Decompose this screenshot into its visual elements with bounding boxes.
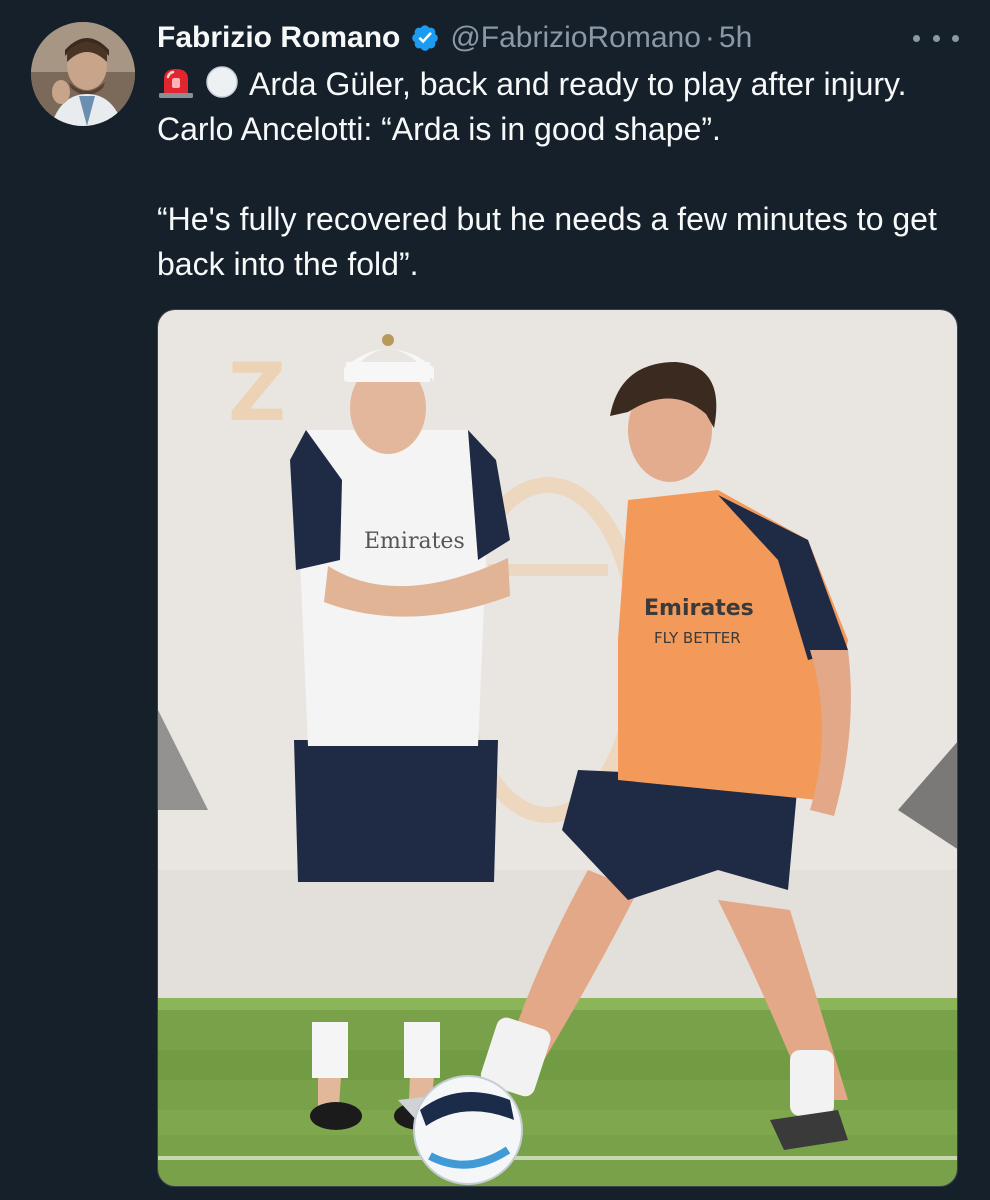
bib-text-1: Emirates [644, 596, 754, 621]
separator-dot: · [704, 21, 715, 54]
coach-shirt-text: Emirates [364, 529, 465, 554]
more-options-icon[interactable] [913, 22, 959, 54]
white-circle-emoji [206, 66, 238, 98]
avatar-photo [31, 22, 135, 126]
verified-badge-icon [410, 23, 440, 53]
tweet-text: Arda Güler, back and ready to play after… [157, 62, 977, 287]
svg-text:Z: Z [228, 346, 286, 439]
timestamp[interactable]: 5h [719, 21, 752, 55]
training-photo: Z Emirates Emirates FLY BETTER [158, 310, 957, 1186]
bib-text-2: FLY BETTER [654, 629, 741, 647]
tweet-card[interactable]: Fabrizio Romano @FabrizioRomano · 5h Ard… [0, 0, 990, 1200]
tweet-header: Fabrizio Romano @FabrizioRomano · 5h [157, 16, 752, 60]
tweet-media-photo[interactable]: Z Emirates Emirates FLY BETTER [157, 309, 958, 1187]
author-name[interactable]: Fabrizio Romano [157, 21, 400, 55]
siren-emoji [159, 69, 193, 98]
tweet-text-line-2: “He's fully recovered but he needs a few… [157, 201, 937, 282]
author-handle[interactable]: @FabrizioRomano [450, 21, 701, 55]
tweet-text-line-1: Arda Güler, back and ready to play after… [157, 66, 907, 147]
avatar[interactable] [31, 22, 135, 126]
football [413, 1075, 523, 1185]
